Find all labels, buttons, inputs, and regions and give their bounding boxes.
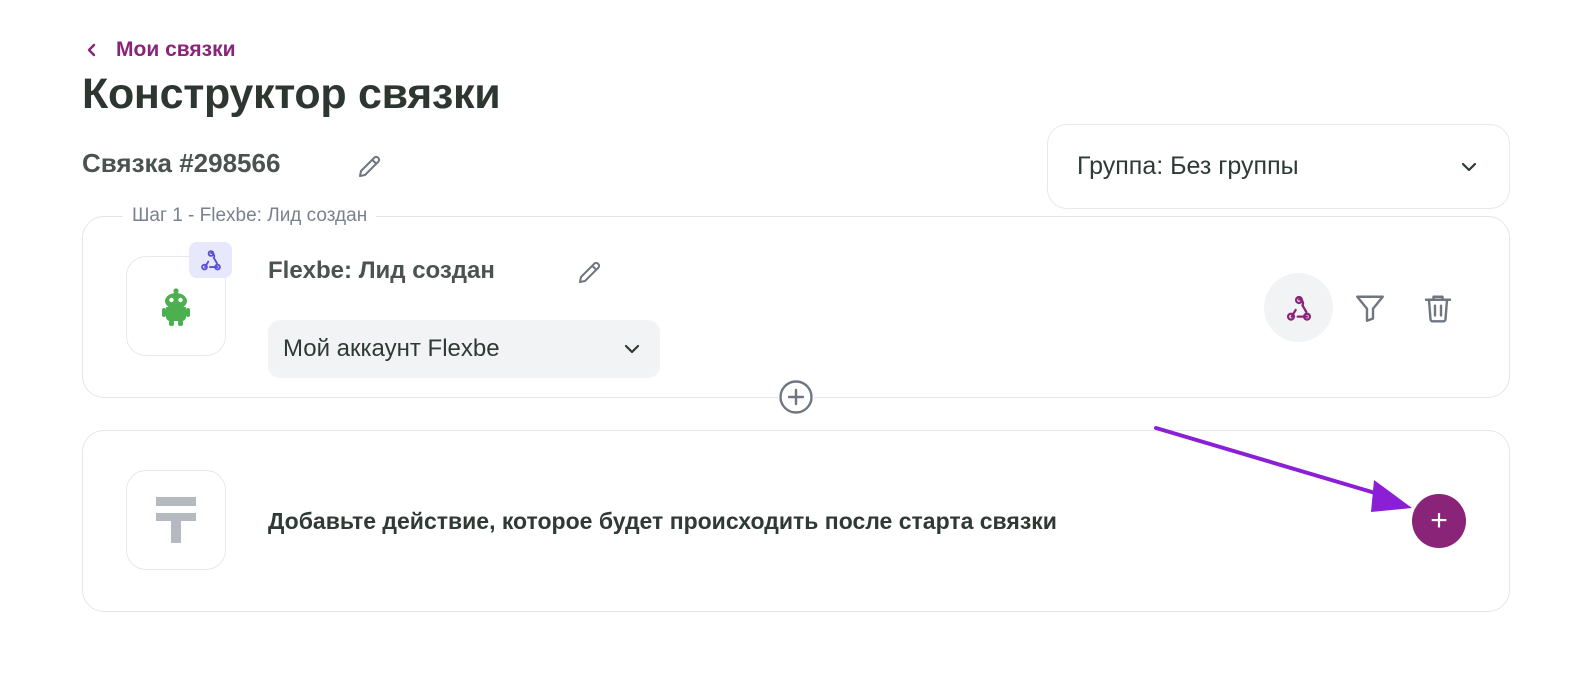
pencil-icon [579, 261, 601, 283]
webhook-settings-button[interactable] [1264, 273, 1333, 342]
flexbe-robot-icon [162, 288, 190, 326]
back-link[interactable]: Мои связки [86, 34, 236, 66]
add-action-prompt: Добавьте действие, которое будет происхо… [268, 508, 1057, 534]
chevron-left-icon [87, 43, 96, 57]
account-select-value: Мой аккаунт Flexbe [283, 335, 500, 362]
webhook-icon [200, 250, 221, 271]
filter-icon [1356, 295, 1384, 322]
add-step-between-button[interactable] [778, 379, 814, 415]
action-tile [126, 470, 226, 570]
back-link-label: Мои связки [116, 38, 236, 61]
group-select-value: Группа: Без группы [1077, 152, 1299, 180]
webhook-badge [189, 242, 232, 278]
step-legend: Шаг 1 - Flexbe: Лид создан [123, 205, 377, 227]
bundle-name: Связка #298566 [82, 148, 281, 178]
edit-bundle-name-button[interactable] [355, 151, 385, 181]
trash-icon [1424, 295, 1452, 323]
action-placeholder-icon [156, 497, 196, 543]
filter-button[interactable] [1352, 290, 1388, 326]
chevron-down-icon [624, 344, 640, 354]
delete-step-button[interactable] [1420, 290, 1456, 326]
account-select[interactable]: Мой аккаунт Flexbe [268, 320, 660, 378]
webhook-icon [1286, 295, 1311, 321]
add-action-button[interactable]: + [1412, 494, 1466, 548]
plus-circle-icon [779, 380, 813, 414]
group-select[interactable]: Группа: Без группы [1047, 124, 1510, 209]
chevron-down-icon [1461, 162, 1477, 171]
edit-step-name-button[interactable] [575, 257, 605, 287]
pencil-icon [359, 155, 381, 177]
step-name: Flexbe: Лид создан [268, 257, 495, 284]
page-title: Конструктор связки [82, 70, 501, 118]
